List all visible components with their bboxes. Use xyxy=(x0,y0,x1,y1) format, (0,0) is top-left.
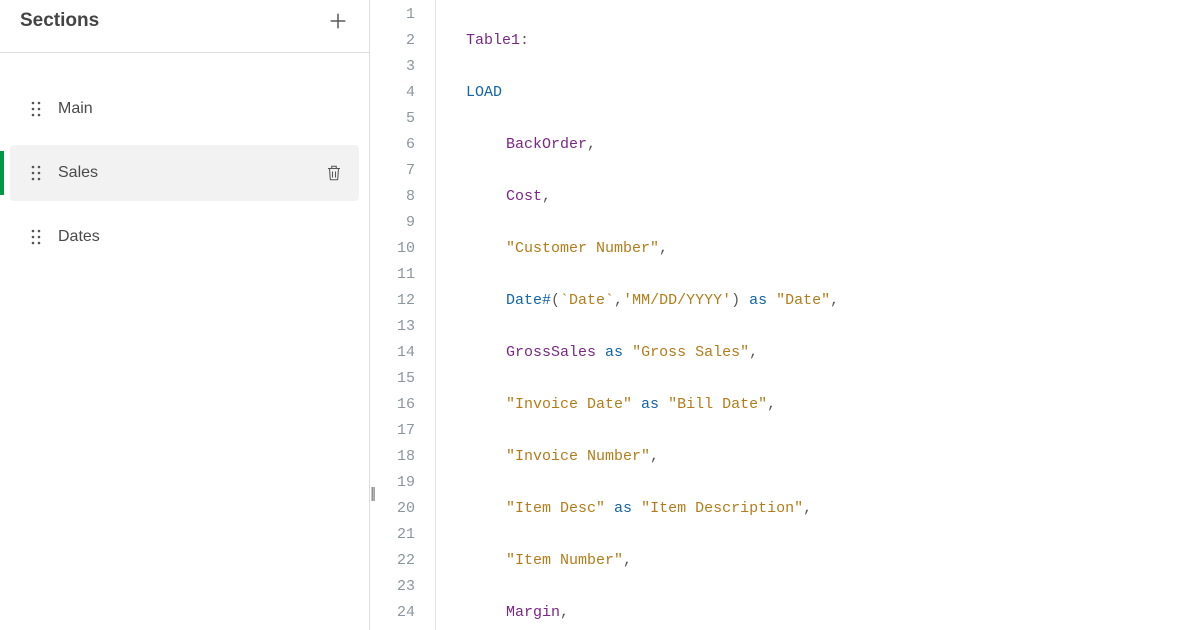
line-number: 2 xyxy=(370,28,435,54)
line-number: 1 xyxy=(370,2,435,28)
line-number: 16 xyxy=(370,392,435,418)
sections-list: Main Sales Dates xyxy=(0,53,369,273)
line-number: 21 xyxy=(370,522,435,548)
token: , xyxy=(830,292,839,309)
token: Cost xyxy=(506,188,542,205)
line-number: 17 xyxy=(370,418,435,444)
token: as xyxy=(641,396,659,413)
line-number: 10 xyxy=(370,236,435,262)
token xyxy=(632,396,641,413)
delete-section-button[interactable] xyxy=(325,163,343,183)
token: "Invoice Date" xyxy=(506,396,632,413)
token xyxy=(767,292,776,309)
token: Table1 xyxy=(466,32,520,49)
section-label: Sales xyxy=(58,164,325,182)
line-number: 5 xyxy=(370,106,435,132)
line-number: 12 xyxy=(370,288,435,314)
line-number: 23 xyxy=(370,574,435,600)
token: Margin xyxy=(506,604,560,621)
token: ( xyxy=(551,292,560,309)
sidebar-header: Sections xyxy=(0,0,369,53)
token: 'MM/DD/YYYY' xyxy=(623,292,731,309)
token: BackOrder xyxy=(506,136,587,153)
section-item-main[interactable]: Main xyxy=(10,81,359,137)
sections-sidebar: Sections Main Sales xyxy=(0,0,370,630)
token: as xyxy=(749,292,767,309)
token: "Item Desc" xyxy=(506,500,605,517)
token: "Item Number" xyxy=(506,552,623,569)
token: GrossSales xyxy=(506,344,596,361)
token: Date# xyxy=(506,292,551,309)
token: as xyxy=(614,500,632,517)
line-number: 7 xyxy=(370,158,435,184)
token xyxy=(596,344,605,361)
line-number: 14 xyxy=(370,340,435,366)
line-number: 13 xyxy=(370,314,435,340)
token: "Gross Sales" xyxy=(632,344,749,361)
token: "Customer Number" xyxy=(506,240,659,257)
token xyxy=(605,500,614,517)
line-gutter: 1 2 3 4 5 6 7 8 9 10 11 12 13 14 15 16 1… xyxy=(370,0,436,630)
token: , xyxy=(803,500,812,517)
token: ) xyxy=(731,292,749,309)
token: , xyxy=(560,604,569,621)
section-item-dates[interactable]: Dates xyxy=(10,209,359,265)
line-number: 6 xyxy=(370,132,435,158)
token: , xyxy=(767,396,776,413)
token: as xyxy=(605,344,623,361)
line-number: 20 xyxy=(370,496,435,522)
line-number: 3 xyxy=(370,54,435,80)
token xyxy=(623,344,632,361)
section-label: Main xyxy=(58,100,347,118)
drag-handle-icon[interactable] xyxy=(30,228,42,246)
splitter-handle-icon[interactable]: || xyxy=(370,485,374,502)
token: "Item Description" xyxy=(641,500,803,517)
line-number: 15 xyxy=(370,366,435,392)
code-editor[interactable]: 1 2 3 4 5 6 7 8 9 10 11 12 13 14 15 16 1… xyxy=(370,0,1191,630)
token: : xyxy=(520,32,529,49)
token: , xyxy=(542,188,551,205)
line-number: 18 xyxy=(370,444,435,470)
token: , xyxy=(587,136,596,153)
line-number: 19 xyxy=(370,470,435,496)
code-area[interactable]: Table1: LOAD BackOrder, Cost, "Customer … xyxy=(436,0,1191,630)
token xyxy=(659,396,668,413)
token: , xyxy=(650,448,659,465)
line-number: 22 xyxy=(370,548,435,574)
token: "Invoice Number" xyxy=(506,448,650,465)
line-number: 8 xyxy=(370,184,435,210)
section-item-sales[interactable]: Sales xyxy=(10,145,359,201)
token: , xyxy=(623,552,632,569)
line-number: 24 xyxy=(370,600,435,626)
drag-handle-icon[interactable] xyxy=(30,100,42,118)
line-number: 4 xyxy=(370,80,435,106)
token: , xyxy=(659,240,668,257)
token: "Date" xyxy=(776,292,830,309)
add-section-button[interactable] xyxy=(327,10,349,32)
token: , xyxy=(614,292,623,309)
token: LOAD xyxy=(466,84,502,101)
line-number: 9 xyxy=(370,210,435,236)
sidebar-title: Sections xyxy=(20,10,99,32)
line-number: 11 xyxy=(370,262,435,288)
section-label: Dates xyxy=(58,228,347,246)
token: "Bill Date" xyxy=(668,396,767,413)
token: `Date` xyxy=(560,292,614,309)
drag-handle-icon[interactable] xyxy=(30,164,42,182)
token: , xyxy=(749,344,758,361)
token xyxy=(632,500,641,517)
